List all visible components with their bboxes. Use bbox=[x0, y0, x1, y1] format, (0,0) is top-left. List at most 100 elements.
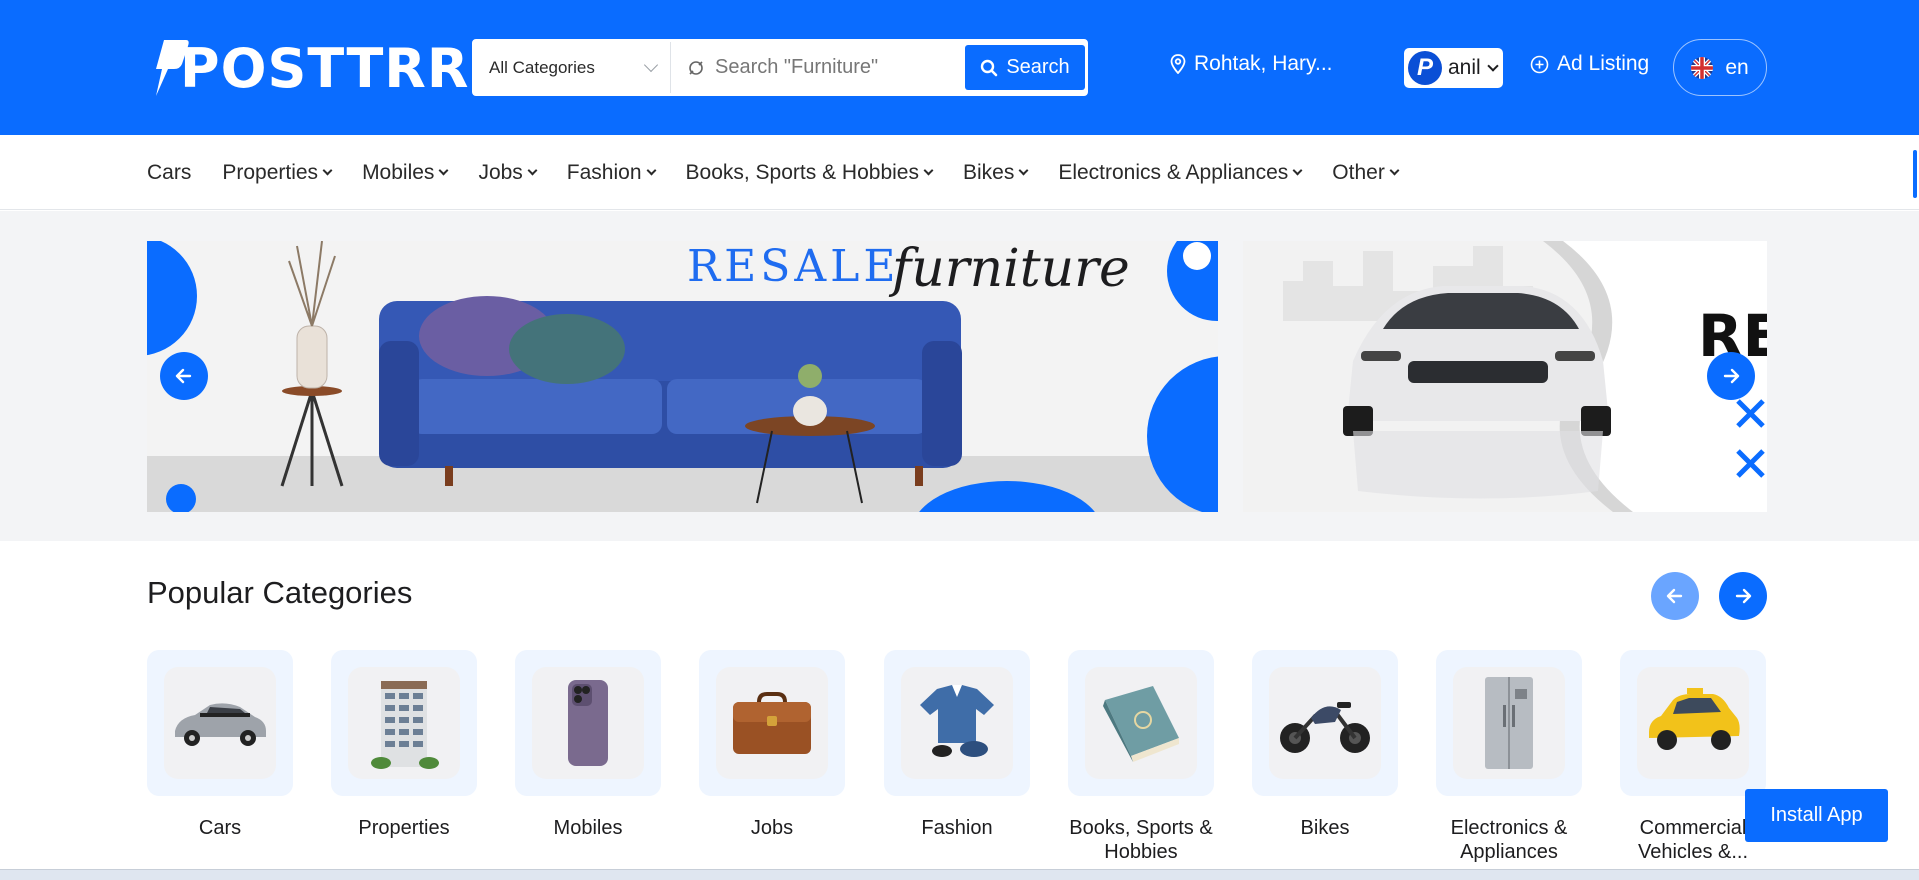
building-icon bbox=[371, 681, 439, 769]
page-scrollbar[interactable] bbox=[1913, 150, 1917, 198]
category-select[interactable]: All Categories bbox=[475, 42, 671, 93]
category-label: Cars bbox=[198, 817, 242, 839]
chevron-down-icon bbox=[322, 165, 333, 176]
nav-item-books-sports-hobbies[interactable]: Books, Sports & Hobbies bbox=[685, 160, 934, 185]
nav-item-label: Books, Sports & Hobbies bbox=[685, 160, 919, 184]
nav-item-label: Properties bbox=[222, 160, 319, 184]
chevron-down-icon bbox=[1389, 165, 1400, 176]
category-tile bbox=[331, 650, 477, 796]
search-button-label: Search bbox=[1006, 56, 1070, 78]
category-card-fashion[interactable]: Fashion bbox=[884, 650, 1030, 840]
book-icon bbox=[1103, 686, 1179, 762]
nav-item-jobs[interactable]: Jobs bbox=[478, 160, 538, 185]
category-label: Mobiles bbox=[553, 817, 623, 839]
categories-prev-button[interactable] bbox=[1651, 572, 1699, 620]
category-image bbox=[1637, 667, 1749, 779]
location-label: Rohtak, Hary... bbox=[1194, 52, 1333, 75]
banner-prev-button[interactable] bbox=[160, 352, 208, 400]
category-tile bbox=[1620, 650, 1766, 796]
category-card-electronics-appliances[interactable]: Electronics & Appliances bbox=[1436, 650, 1582, 864]
chevron-down-icon bbox=[438, 165, 449, 176]
briefcase-icon bbox=[733, 692, 811, 754]
search-input[interactable] bbox=[715, 56, 965, 79]
nav-item-cars[interactable]: Cars bbox=[147, 161, 191, 185]
category-nav-list: Cars Properties Mobiles Jobs Fashion Boo… bbox=[147, 135, 1429, 210]
category-tile bbox=[147, 650, 293, 796]
category-tile bbox=[1252, 650, 1398, 796]
chevron-down-icon bbox=[1018, 165, 1029, 176]
category-label: Electronics & Appliances bbox=[1450, 817, 1568, 863]
category-image bbox=[1085, 667, 1197, 779]
uk-flag-icon bbox=[1691, 56, 1714, 79]
category-image bbox=[532, 667, 644, 779]
search-button[interactable]: Search bbox=[965, 45, 1085, 90]
category-image bbox=[901, 667, 1013, 779]
category-card-cars[interactable]: Cars bbox=[147, 650, 293, 840]
nav-item-label: Mobiles bbox=[362, 160, 435, 184]
banner-slide-furniture[interactable]: RESALE furniture bbox=[147, 241, 1218, 512]
category-card-jobs[interactable]: Jobs bbox=[699, 650, 845, 840]
location-selector[interactable]: Rohtak, Hary... bbox=[1170, 52, 1333, 76]
section-title: Popular Categories bbox=[147, 575, 413, 610]
category-label: Bikes bbox=[1300, 817, 1350, 839]
search-hint-icon bbox=[689, 60, 703, 75]
category-tile bbox=[1068, 650, 1214, 796]
banner-title-furniture: furniture bbox=[888, 241, 1130, 299]
search-bar: All Categories Search bbox=[472, 39, 1088, 96]
user-menu[interactable]: P anil bbox=[1404, 48, 1503, 88]
plus-circle-icon bbox=[1530, 55, 1549, 73]
install-app-button[interactable]: Install App bbox=[1745, 789, 1888, 842]
nav-item-bikes[interactable]: Bikes bbox=[962, 160, 1029, 185]
category-image bbox=[348, 667, 460, 779]
category-image bbox=[1269, 667, 1381, 779]
nav-item-label: Electronics & Appliances bbox=[1058, 160, 1289, 184]
category-image bbox=[716, 667, 828, 779]
nav-item-label: Fashion bbox=[566, 160, 642, 184]
category-card-properties[interactable]: Properties bbox=[331, 650, 477, 840]
os-taskbar bbox=[0, 869, 1919, 880]
category-label: Fashion bbox=[921, 817, 993, 839]
nav-item-label: Jobs bbox=[478, 160, 523, 184]
fridge-icon bbox=[1485, 677, 1533, 769]
chevron-down-icon bbox=[527, 165, 538, 176]
category-label: Properties bbox=[358, 817, 450, 839]
nav-item-fashion[interactable]: Fashion bbox=[566, 160, 656, 185]
category-card-bikes[interactable]: Bikes bbox=[1252, 650, 1398, 840]
chevron-down-icon bbox=[646, 165, 656, 176]
category-image bbox=[1453, 667, 1565, 779]
avatar: P bbox=[1408, 51, 1442, 85]
arrow-right-icon bbox=[1735, 588, 1752, 604]
category-select-value: All Categories bbox=[489, 57, 595, 77]
banner-next-button[interactable] bbox=[1707, 352, 1755, 400]
search-field bbox=[671, 42, 965, 93]
map-pin-icon bbox=[1170, 54, 1186, 74]
search-icon bbox=[981, 59, 998, 76]
car-banner-image: RES bbox=[1243, 241, 1767, 512]
arrow-right-icon bbox=[1723, 368, 1740, 384]
site-logo[interactable]: POSTTRR bbox=[150, 37, 469, 100]
nav-item-electronics-appliances[interactable]: Electronics & Appliances bbox=[1058, 160, 1303, 185]
category-card-books-sports-hobbies[interactable]: Books, Sports & Hobbies bbox=[1068, 650, 1214, 864]
categories-next-button[interactable] bbox=[1719, 572, 1767, 620]
nav-item-other[interactable]: Other bbox=[1332, 160, 1400, 185]
user-name: anil bbox=[1448, 56, 1481, 79]
ad-listing-label: Ad Listing bbox=[1557, 52, 1650, 75]
category-card-mobiles[interactable]: Mobiles bbox=[515, 650, 661, 840]
language-selector[interactable]: en bbox=[1673, 39, 1767, 96]
nav-item-properties[interactable]: Properties bbox=[222, 160, 333, 185]
chevron-down-icon bbox=[643, 57, 659, 72]
car-icon bbox=[175, 703, 266, 746]
banner-slide-cars[interactable]: RES bbox=[1243, 241, 1767, 512]
phone-icon bbox=[568, 680, 608, 766]
chevron-down-icon bbox=[923, 165, 934, 176]
nav-item-mobiles[interactable]: Mobiles bbox=[362, 160, 449, 185]
nav-item-label: Other bbox=[1332, 160, 1385, 184]
category-tile bbox=[884, 650, 1030, 796]
furniture-banner-image: RESALE furniture bbox=[147, 241, 1218, 512]
ad-listing-button[interactable]: Ad Listing bbox=[1530, 52, 1649, 76]
nav-item-label: Bikes bbox=[962, 160, 1015, 184]
arrow-left-icon bbox=[1666, 588, 1683, 604]
banner-carousel: RESALE furniture RES bbox=[0, 211, 1919, 541]
category-image bbox=[164, 667, 276, 779]
category-tile bbox=[515, 650, 661, 796]
